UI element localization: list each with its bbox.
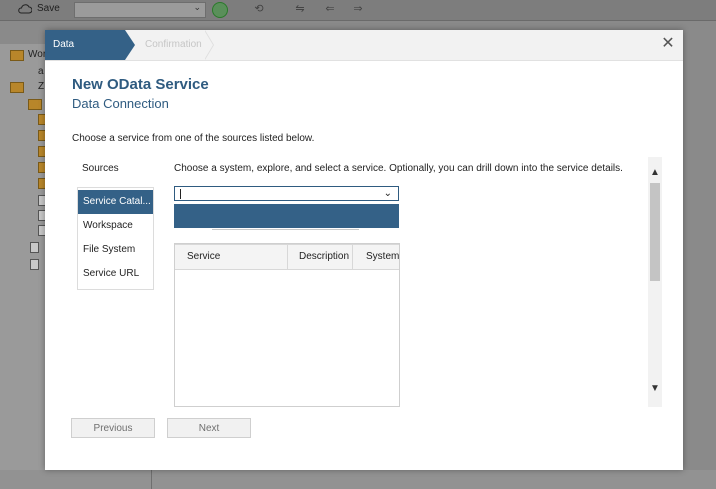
folder-icon bbox=[10, 50, 24, 61]
text-cursor bbox=[180, 189, 181, 199]
next-button[interactable]: Next bbox=[167, 418, 251, 438]
folder-icon bbox=[10, 82, 24, 93]
cloud-save-icon bbox=[18, 3, 32, 13]
run-icon[interactable] bbox=[212, 2, 228, 18]
step-separator bbox=[204, 30, 213, 60]
previous-button[interactable]: Previous bbox=[71, 418, 155, 438]
scroll-thumb[interactable] bbox=[650, 183, 660, 281]
sources-heading: Sources bbox=[82, 163, 119, 174]
folder-icon bbox=[28, 99, 42, 110]
compare-icon[interactable]: ⇋ bbox=[294, 3, 306, 15]
tree-item-label: Z bbox=[38, 81, 45, 92]
chevron-up-icon[interactable]: ▲ bbox=[648, 167, 662, 179]
dialog-subtitle: Data Connection bbox=[72, 96, 169, 111]
file-icon bbox=[30, 242, 39, 253]
chevron-down-icon[interactable]: ⌄ bbox=[384, 187, 392, 201]
table-header: Service Description System bbox=[175, 244, 399, 270]
service-table: Service Description System bbox=[174, 243, 400, 407]
back-icon[interactable]: ⇐ bbox=[324, 3, 336, 15]
history-icon[interactable]: ⟲ bbox=[253, 3, 265, 15]
chevron-down-icon: ⌄ bbox=[193, 2, 201, 12]
source-item-file-system[interactable]: File System bbox=[78, 238, 153, 262]
column-header-system[interactable]: System bbox=[353, 245, 399, 269]
dialog-instructions: Choose a service from one of the sources… bbox=[72, 133, 315, 144]
file-icon bbox=[30, 259, 39, 270]
tree-item-label: a bbox=[38, 66, 44, 77]
column-header-description[interactable]: Description bbox=[288, 245, 353, 269]
source-item-service-url[interactable]: Service URL bbox=[78, 262, 153, 286]
chevron-down-icon[interactable]: ▼ bbox=[648, 383, 662, 395]
source-item-workspace[interactable]: Workspace bbox=[78, 214, 153, 238]
save-label: Save bbox=[37, 3, 60, 14]
column-header-service[interactable]: Service bbox=[175, 245, 288, 269]
dialog-scrollbar[interactable]: ▲ ▼ bbox=[648, 157, 662, 407]
sources-list: Service Catal... Workspace File System S… bbox=[77, 187, 154, 290]
source-item-service-catalog[interactable]: Service Catal... bbox=[78, 190, 153, 214]
divider bbox=[212, 229, 359, 230]
step-confirmation[interactable]: Confirmation bbox=[125, 30, 213, 60]
catalog-instructions: Choose a system, explore, and select a s… bbox=[174, 163, 623, 174]
tree-item-label: Wor bbox=[28, 49, 47, 60]
dialog-title: New OData Service bbox=[72, 76, 209, 93]
system-select[interactable]: ⌄ bbox=[174, 186, 399, 201]
new-odata-service-dialog: Data Connection Confirmation ✕ New OData… bbox=[45, 30, 683, 470]
toolbar-dropdown[interactable]: ⌄ bbox=[74, 2, 206, 18]
save-button[interactable]: Save bbox=[18, 3, 60, 14]
divider bbox=[151, 470, 152, 489]
ide-toolbar: Save ⌄ ⟲ ⇋ ⇐ ⇒ bbox=[0, 0, 716, 21]
workspace-tree: Wor a Z bbox=[0, 44, 47, 489]
ide-status-strip bbox=[0, 470, 716, 489]
wizard-steps: Data Connection Confirmation ✕ bbox=[45, 30, 683, 80]
forward-icon[interactable]: ⇒ bbox=[352, 3, 364, 15]
step-data-connection[interactable]: Data Connection bbox=[45, 30, 135, 80]
system-dropdown-list[interactable] bbox=[174, 204, 399, 228]
close-icon[interactable]: ✕ bbox=[661, 36, 675, 52]
